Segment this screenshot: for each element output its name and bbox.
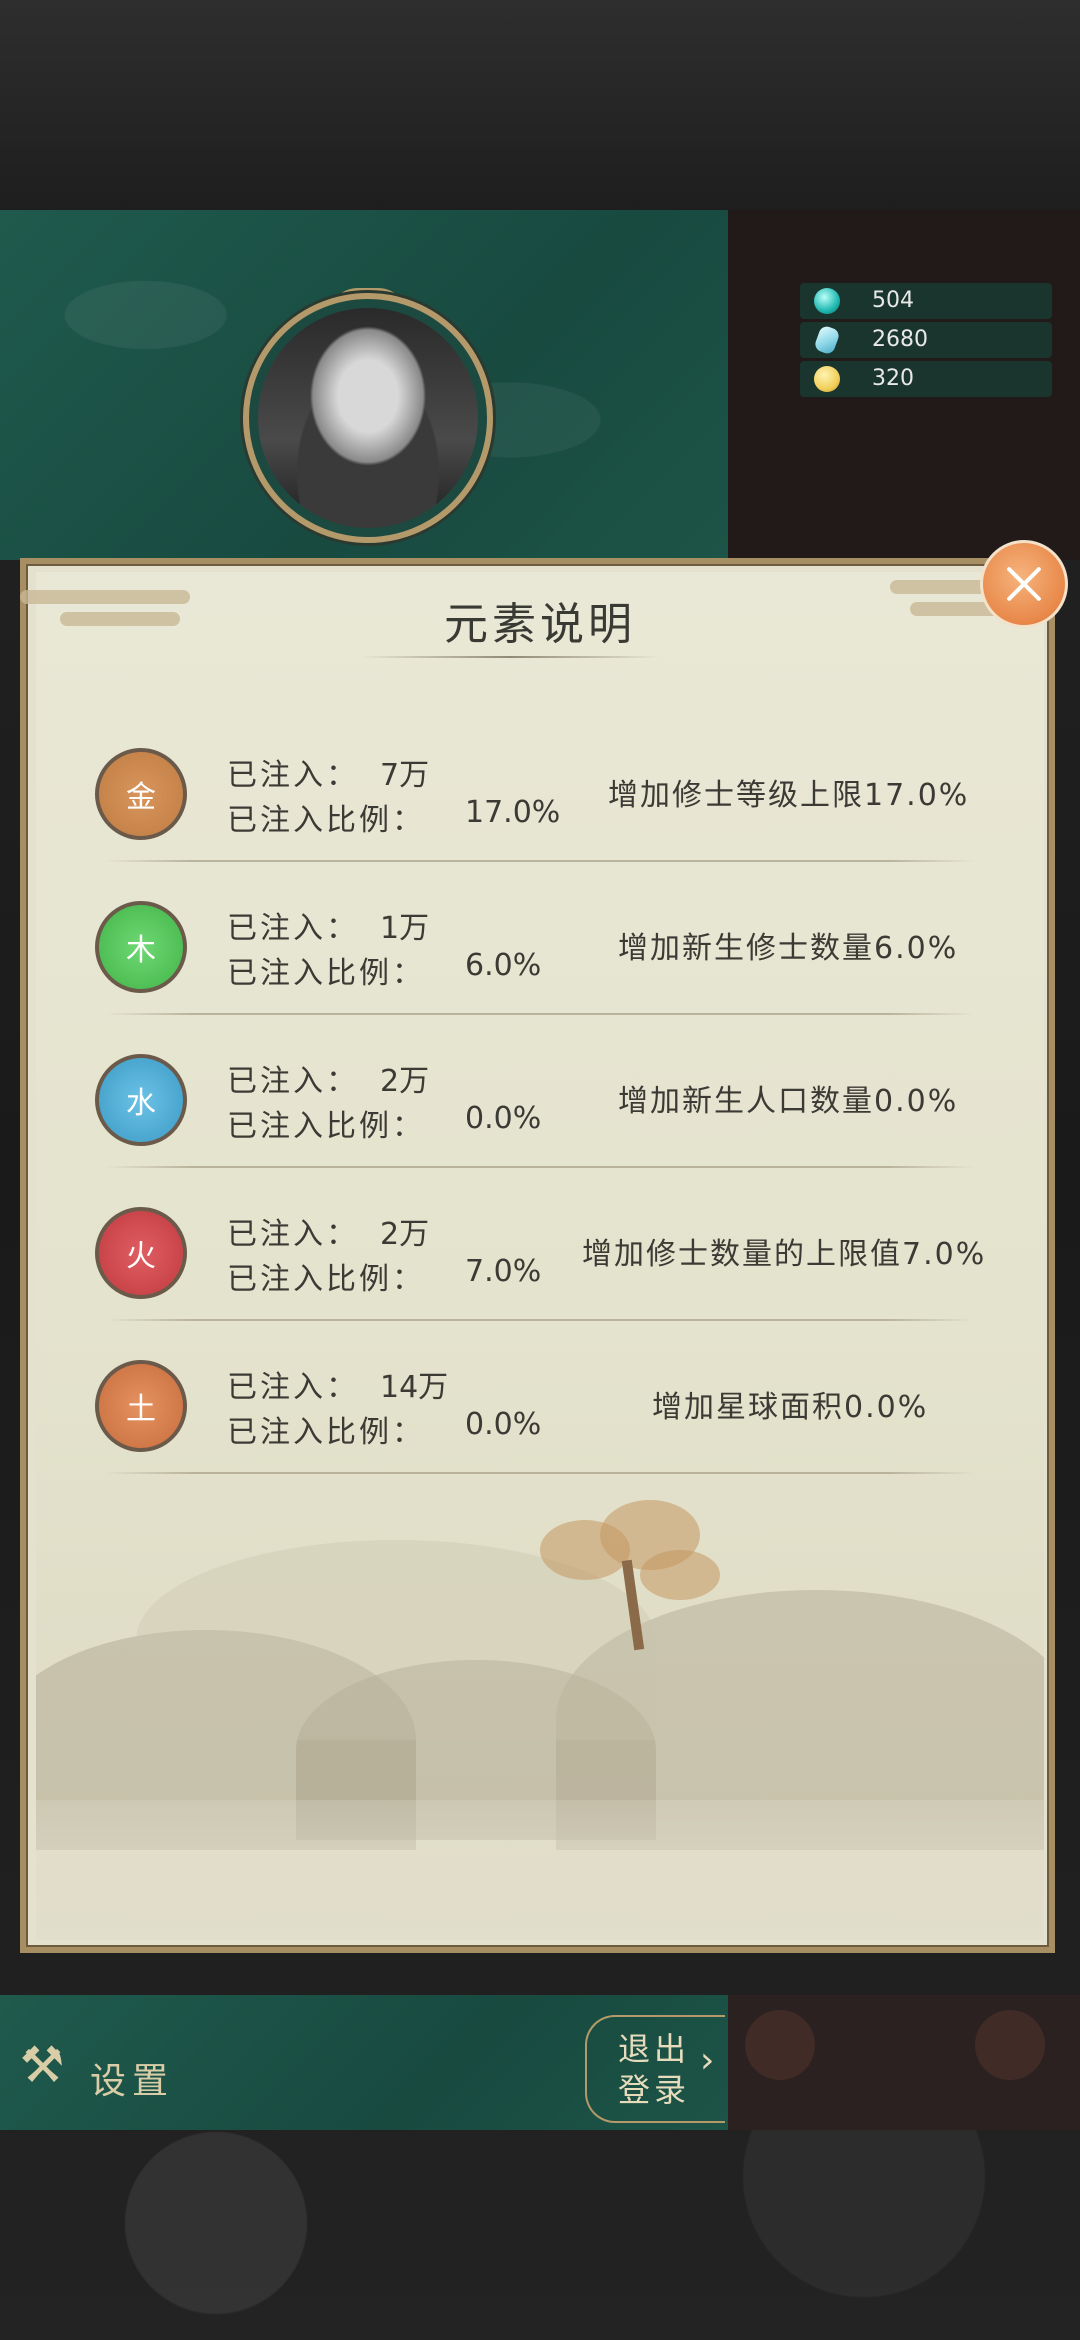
close-button[interactable]: [980, 540, 1068, 628]
injected-value: 2万: [380, 1064, 430, 1099]
currency-gold: 320: [800, 361, 1052, 397]
currency-value: 504: [872, 288, 914, 313]
element-glyph: 火: [126, 1239, 156, 1274]
top-band: [0, 0, 1080, 210]
element-glyph: 木: [126, 933, 156, 968]
water-element-icon: 水: [95, 1054, 187, 1146]
element-glyph: 土: [126, 1392, 156, 1427]
gold-nugget-icon: [814, 366, 840, 392]
ratio-label: 已注入比例：: [227, 803, 425, 838]
element-row-earth: 土 已注入： 14万 已注入比例： 0.0% 增加星球面积0.0%: [95, 1322, 975, 1474]
dialog-title: 元素说明: [444, 599, 636, 650]
element-glyph: 金: [126, 780, 156, 815]
row-divider: [105, 1472, 975, 1474]
jade-orb-icon: [814, 288, 840, 314]
injected-value: 7万: [380, 758, 430, 793]
row-divider: [105, 1166, 975, 1168]
effect-text: 增加修士数量的上限值7.0%: [582, 1237, 987, 1272]
settings-button[interactable]: 设置: [90, 2052, 174, 2104]
currency-value: 320: [872, 366, 914, 391]
ratio-value: 6.0%: [465, 948, 542, 983]
ratio-label: 已注入比例：: [227, 956, 425, 991]
ratio-label: 已注入比例：: [227, 1262, 425, 1297]
currency-crystal: 2680: [800, 322, 1052, 358]
element-glyph: 水: [126, 1086, 156, 1121]
ratio-value: 0.0%: [465, 1101, 542, 1136]
row-divider: [105, 860, 975, 862]
effect-text: 增加修士等级上限17.0%: [608, 778, 970, 813]
injected-label: 已注入：: [227, 758, 359, 793]
injected-value: 14万: [380, 1370, 449, 1405]
dimmed-menu-icon: [975, 2010, 1045, 2080]
avatar[interactable]: [258, 308, 478, 528]
currency-value: 2680: [872, 327, 928, 352]
injected-label: 已注入：: [227, 1064, 359, 1099]
logout-label-line2: 登录: [618, 2071, 691, 2109]
effect-text: 增加星球面积0.0%: [652, 1390, 929, 1425]
chevron-right-icon: ›: [700, 2040, 715, 2081]
dimmed-menu-icon: [745, 2010, 815, 2080]
ratio-value: 0.0%: [465, 1407, 542, 1442]
tree-foliage: [640, 1550, 720, 1600]
element-row-fire: 火 已注入： 2万 已注入比例： 7.0% 增加修士数量的上限值7.0%: [95, 1169, 984, 1321]
title-underline: [360, 656, 660, 658]
landscape-painting: [36, 1420, 1044, 1940]
element-row-metal: 金 已注入： 7万 已注入比例： 17.0% 增加修士等级上限17.0%: [95, 710, 975, 862]
row-divider: [105, 1013, 975, 1015]
fire-element-icon: 火: [95, 1207, 187, 1299]
ratio-label: 已注入比例：: [227, 1109, 425, 1144]
crystal-icon: [813, 324, 841, 356]
injected-label: 已注入：: [227, 911, 359, 946]
injected-value: 2万: [380, 1217, 430, 1252]
row-divider: [105, 1319, 975, 1321]
element-row-wood: 木 已注入： 1万 已注入比例： 6.0% 增加新生修士数量6.0%: [95, 863, 975, 1015]
element-row-water: 水 已注入： 2万 已注入比例： 0.0% 增加新生人口数量0.0%: [95, 1016, 975, 1168]
logout-label-line1: 退出: [618, 2030, 691, 2068]
wrench-hammer-icon[interactable]: ⚒: [12, 2035, 72, 2095]
effect-text: 增加新生人口数量0.0%: [618, 1084, 959, 1119]
effect-text: 增加新生修士数量6.0%: [618, 931, 959, 966]
injected-label: 已注入：: [227, 1217, 359, 1252]
ratio-label: 已注入比例：: [227, 1415, 425, 1450]
injected-value: 1万: [380, 911, 430, 946]
ratio-value: 7.0%: [465, 1254, 542, 1289]
wood-element-icon: 木: [95, 901, 187, 993]
ratio-value: 17.0%: [465, 795, 561, 830]
metal-element-icon: 金: [95, 748, 187, 840]
currency-jade: 504: [800, 283, 1052, 319]
earth-element-icon: 土: [95, 1360, 187, 1452]
injected-label: 已注入：: [227, 1370, 359, 1405]
